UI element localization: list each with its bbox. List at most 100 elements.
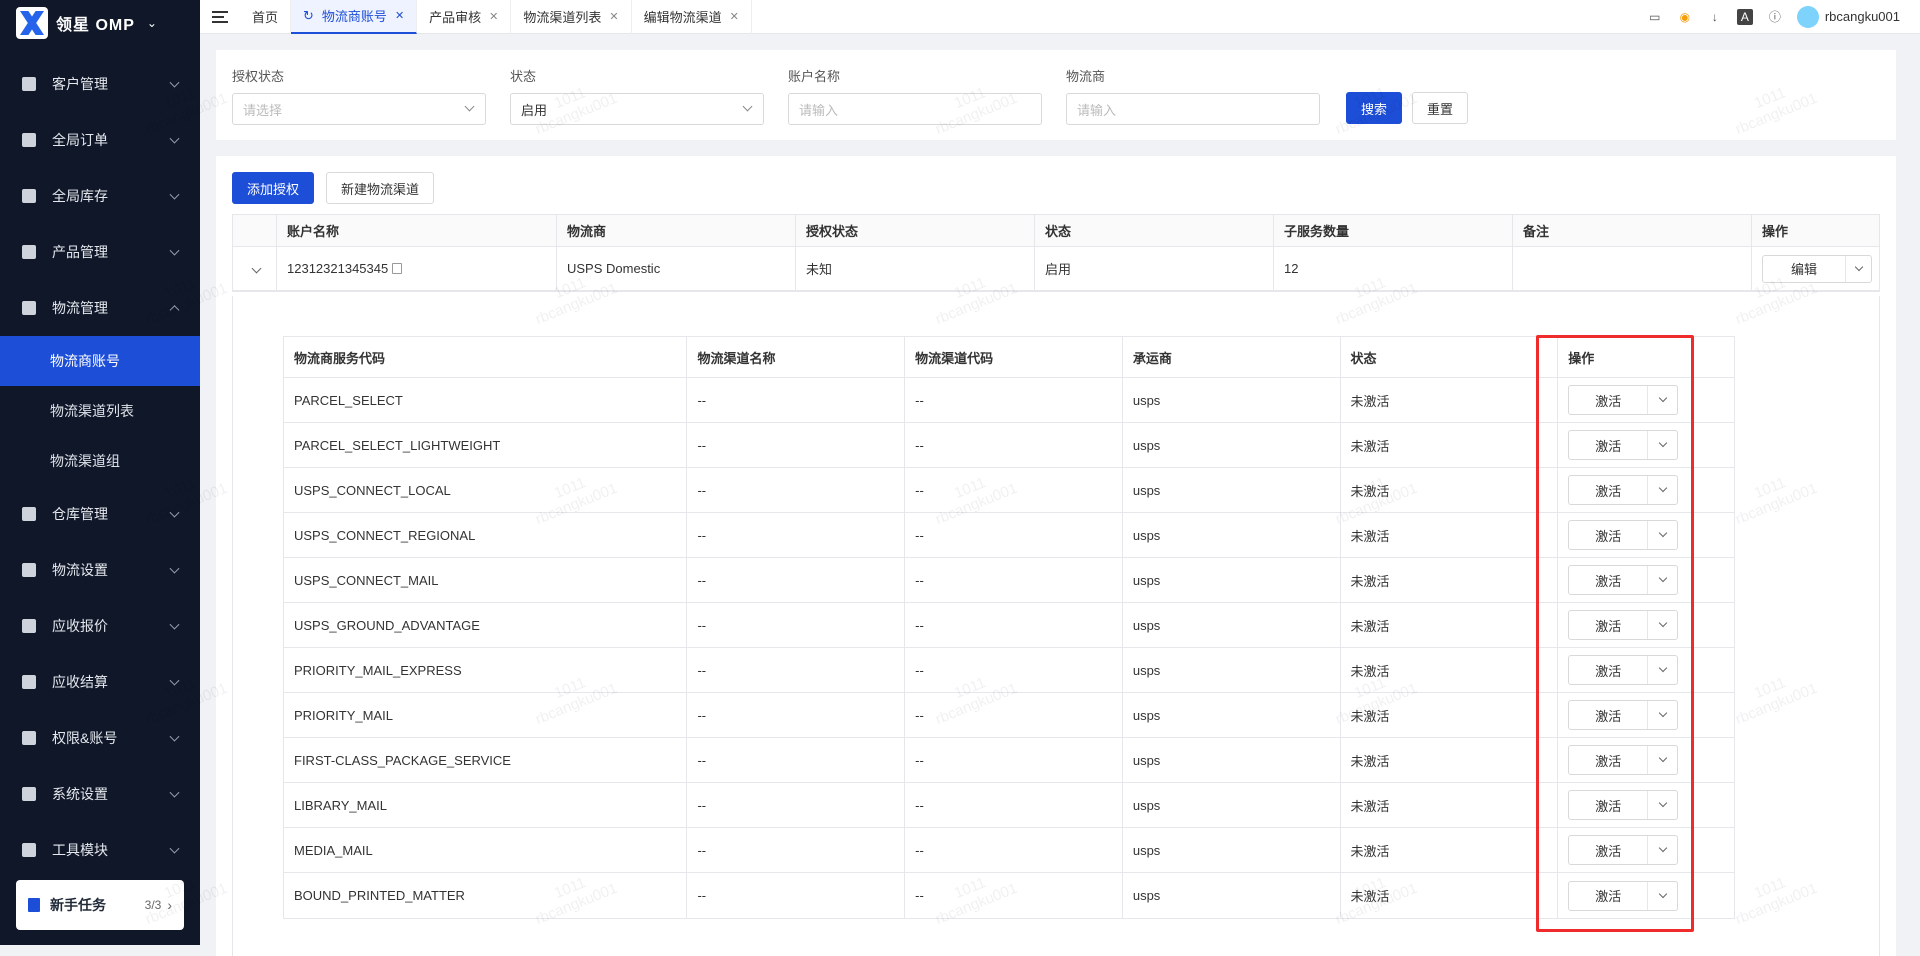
robot-icon[interactable]: ◉ [1677,9,1693,25]
sidebar-subitem-0[interactable]: 物流商账号 [0,336,200,386]
sidebar-item-after-5[interactable]: 系统设置 [0,766,200,822]
sidebar-item-0[interactable]: 客户管理 [0,56,200,112]
tab-4[interactable]: 编辑物流渠道 ✕ [632,0,752,34]
cell-status: 未激活 [1341,648,1559,692]
sidebar-item-after-1[interactable]: 物流设置 [0,542,200,598]
chevron-down-icon[interactable] [1647,386,1677,414]
sidebar-item-label: 工具模块 [52,842,108,858]
sidebar-item-after-6[interactable]: 工具模块 [0,822,200,878]
app-logo[interactable]: 领星 OMP ⌄ [0,0,200,46]
sidebar-item-1[interactable]: 全局订单 [0,112,200,168]
table-row: LIBRARY_MAIL -- -- usps 未激活 激活 [284,783,1734,828]
action-cell: 编辑 [1752,247,1879,290]
book-icon [28,898,40,912]
activate-dropdown-button[interactable]: 激活 [1568,430,1679,460]
sidebar-item-after-0[interactable]: 仓库管理 [0,486,200,542]
tab-label: 物流商账号 [321,9,387,24]
edit-dropdown-button[interactable]: 编辑 [1762,254,1872,283]
activate-dropdown-button[interactable]: 激活 [1568,565,1679,595]
sidebar: 领星 OMP ⌄ 客户管理 全局订单全局库存产品管理 物流管理 物流商账号 物流渠道列表… [0,0,200,945]
refresh-icon[interactable]: ↻ [303,8,314,24]
menu-toggle-icon[interactable] [200,10,240,23]
reset-button[interactable]: 重置 [1412,92,1469,124]
activate-dropdown-button[interactable]: 激活 [1568,520,1679,550]
chevron-down-icon[interactable] [1647,701,1677,729]
box-icon [22,245,36,259]
sidebar-item-label: 全局库存 [52,188,108,204]
chevron-down-icon[interactable] [1647,521,1677,549]
newbie-task-button[interactable]: 新手任务 3/3 › [16,880,184,930]
sidebar-item-3[interactable]: 产品管理 [0,224,200,280]
cell-carrier: usps [1123,738,1341,782]
tab-2[interactable]: 产品审核 ✕ [417,0,512,34]
add-auth-button[interactable]: 添加授权 [232,172,315,204]
close-icon[interactable]: ✕ [730,10,739,23]
chevron-down-icon[interactable] [1647,791,1677,819]
sidebar-item-after-4[interactable]: 权限&账号 [0,710,200,766]
activate-label: 激活 [1595,573,1622,589]
activate-dropdown-button[interactable]: 激活 [1568,790,1679,820]
action-cell: 激活 [1558,423,1734,467]
tab-0[interactable]: 首页 [240,0,292,34]
table-row: PRIORITY_MAIL -- -- usps 未激活 激活 [284,693,1734,738]
new-channel-button[interactable]: 新建物流渠道 [326,172,435,204]
download-icon[interactable]: ↓ [1707,9,1723,25]
filter-status: 状态 启用 [510,66,764,125]
table-row: USPS_CONNECT_LOCAL -- -- usps 未激活 激活 [284,468,1734,513]
chevron-down-icon[interactable] [1845,255,1871,282]
tab-1[interactable]: ↻ 物流商账号 ✕ [291,0,418,34]
table-row: PRIORITY_MAIL_EXPRESS -- -- usps 未激活 激活 [284,648,1734,693]
chevron-down-icon[interactable] [1647,881,1677,910]
sidebar-item-after-3[interactable]: 应收结算 [0,654,200,710]
header-expand-cell [233,215,277,246]
auth-status-select[interactable]: 请选择 [232,93,486,125]
activate-dropdown-button[interactable]: 激活 [1568,610,1679,640]
chevron-down-icon[interactable] [1647,476,1677,504]
sidebar-item-2[interactable]: 全局库存 [0,168,200,224]
activate-dropdown-button[interactable]: 激活 [1568,880,1679,911]
settings-icon [22,787,36,801]
carrier-input[interactable]: 请输入 [1066,93,1320,125]
table-row: USPS_CONNECT_MAIL -- -- usps 未激活 激活 [284,558,1734,603]
top-bar: 首页 ↻ 物流商账号 ✕ 产品审核 ✕ 物流渠道列表 ✕ 编辑物流渠道 ✕ ▭ ◉ ↓ A ⓘ r… [200,0,1920,34]
activate-dropdown-button[interactable]: 激活 [1568,385,1679,415]
translate-icon[interactable]: A [1736,8,1753,25]
sidebar-item-after-2[interactable]: 应收报价 [0,598,200,654]
close-icon[interactable]: ✕ [489,10,498,23]
cell-carrier: usps [1123,693,1341,737]
select-placeholder: 请选择 [243,102,283,118]
close-icon[interactable]: ✕ [395,9,404,22]
inbox-icon[interactable]: ▭ [1647,9,1663,25]
status-select[interactable]: 启用 [510,93,764,125]
activate-dropdown-button[interactable]: 激活 [1568,700,1679,730]
action-cell: 激活 [1558,693,1734,737]
search-button[interactable]: 搜索 [1346,92,1403,124]
help-icon[interactable]: ⓘ [1767,9,1783,25]
chevron-down-icon[interactable] [1647,746,1677,774]
sidebar-item-4[interactable]: 物流管理 [0,280,200,336]
chevron-glyph [1658,483,1667,493]
activate-dropdown-button[interactable]: 激活 [1568,745,1679,775]
account-name-input[interactable]: 请输入 [788,93,1042,125]
chevron-down-icon[interactable] [1647,566,1677,594]
chevron-glyph [1658,708,1667,718]
sidebar-subitem-1[interactable]: 物流渠道列表 [0,386,200,436]
cell-channel-code: -- [905,378,1123,422]
activate-dropdown-button[interactable]: 激活 [1568,655,1679,685]
chevron-down-icon[interactable] [1647,431,1677,459]
chevron-down-icon [169,619,180,630]
copy-icon[interactable] [392,263,403,274]
order-icon [22,133,36,147]
chevron-down-icon[interactable] [1647,611,1677,639]
expand-cell[interactable] [233,247,277,290]
sidebar-subitem-2[interactable]: 物流渠道组 [0,436,200,486]
cell-status: 未激活 [1341,873,1559,918]
activate-dropdown-button[interactable]: 激活 [1568,475,1679,505]
user-menu[interactable]: rbcangku001 [1796,5,1900,28]
close-icon[interactable]: ✕ [609,10,618,23]
chevron-down-icon[interactable] [1647,656,1677,684]
chevron-glyph [1658,663,1667,673]
activate-dropdown-button[interactable]: 激活 [1568,835,1679,865]
tab-3[interactable]: 物流渠道列表 ✕ [511,0,632,34]
chevron-down-icon[interactable] [1647,836,1677,864]
